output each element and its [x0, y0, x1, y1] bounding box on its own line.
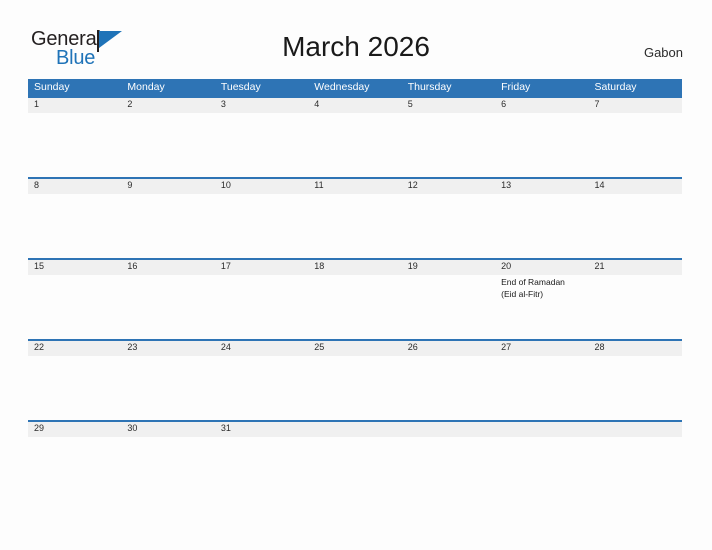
- calendar-day-cell[interactable]: 24: [215, 339, 308, 420]
- calendar-day-cell[interactable]: 8: [28, 177, 121, 258]
- day-number: 25: [314, 342, 325, 352]
- calendar-week-row: 8 9 10 11 12 13 14: [28, 177, 682, 258]
- day-number: 11: [314, 180, 324, 190]
- calendar-day-cell[interactable]: 11: [308, 177, 401, 258]
- day-number: 13: [501, 180, 512, 190]
- calendar-day-cell[interactable]: 1: [28, 96, 121, 177]
- calendar-day-cell[interactable]: 9: [121, 177, 214, 258]
- calendar-day-cell[interactable]: 30: [121, 420, 214, 501]
- holiday-event-label: (Eid al-Fitr): [501, 288, 544, 299]
- day-number: 28: [594, 342, 605, 352]
- day-number: 26: [407, 342, 418, 352]
- calendar-day-cell-empty[interactable]: [495, 420, 588, 501]
- day-number: 30: [127, 423, 138, 433]
- calendar-day-cell[interactable]: 21: [589, 258, 682, 339]
- calendar-week-row: 29 30 31: [28, 420, 682, 501]
- weekday-header-row: Sunday Monday Tuesday Wednesday Thursday Frid…: [28, 79, 682, 96]
- day-number: 18: [314, 261, 325, 271]
- calendar-day-cell[interactable]: 12: [402, 177, 495, 258]
- day-number: 4: [314, 99, 320, 109]
- day-number: 27: [501, 342, 512, 352]
- day-number: 22: [34, 342, 45, 352]
- weekday-header-thursday: Thursday: [407, 81, 452, 93]
- calendar-day-cell[interactable]: 5: [402, 96, 495, 177]
- weekday-header-saturday: Saturday: [594, 81, 637, 93]
- week-day-cells: 8 9 10 11 12 13 14: [28, 177, 682, 258]
- day-number: 20: [501, 261, 512, 271]
- week-day-cells: 22 23 24 25 26 27 28: [28, 339, 682, 420]
- day-number: 8: [34, 180, 40, 190]
- calendar-day-cell[interactable]: 17: [215, 258, 308, 339]
- calendar-day-cell[interactable]: 31: [215, 420, 308, 501]
- day-number: 10: [220, 180, 231, 190]
- calendar-day-cell[interactable]: 29: [28, 420, 121, 501]
- calendar-day-cell[interactable]: 27: [495, 339, 588, 420]
- calendar-day-cell[interactable]: 19: [402, 258, 495, 339]
- day-number: 6: [501, 99, 507, 109]
- weekday-header-tuesday: Tuesday: [220, 81, 261, 93]
- calendar-day-cell[interactable]: 6: [495, 96, 588, 177]
- day-number: 17: [220, 261, 231, 271]
- day-number: 2: [127, 99, 133, 109]
- calendar-day-cell[interactable]: 2: [121, 96, 214, 177]
- weekday-header-wednesday: Wednesday: [314, 81, 370, 93]
- calendar-day-cell[interactable]: 15: [28, 258, 121, 339]
- calendar-day-cell[interactable]: 25: [308, 339, 401, 420]
- day-number: 29: [34, 423, 45, 433]
- day-number: 31: [220, 423, 231, 433]
- page-header: General Blue March 2026 Gabon: [0, 0, 712, 78]
- calendar-grid: Sunday Monday Tuesday Wednesday Thursday Frid…: [28, 79, 682, 501]
- weekday-header-friday: Friday: [501, 81, 531, 93]
- day-number: 1: [34, 99, 40, 109]
- day-number: 14: [594, 180, 605, 190]
- calendar-weeks: 1 2 3 4 5 6 7 8 9 10 11 12 13 14 15 16 17 18 19 20 End of Ra…: [28, 96, 682, 501]
- day-number: 19: [407, 261, 418, 271]
- day-number: 24: [220, 342, 231, 352]
- day-number: 9: [127, 180, 133, 190]
- calendar-day-cell[interactable]: 18: [308, 258, 401, 339]
- day-number: 23: [127, 342, 138, 352]
- calendar-day-cell[interactable]: 4: [308, 96, 401, 177]
- calendar-day-cell[interactable]: 28: [589, 339, 682, 420]
- day-number: 16: [127, 261, 138, 271]
- week-day-cells: 29 30 31: [28, 420, 682, 501]
- calendar-day-cell[interactable]: 10: [215, 177, 308, 258]
- weekday-header-monday: Monday: [127, 81, 165, 93]
- page-title: March 2026: [282, 31, 430, 62]
- calendar-day-cell[interactable]: 26: [402, 339, 495, 420]
- day-number: 3: [220, 99, 226, 109]
- country-label: Gabon: [643, 45, 683, 60]
- weekday-header-sunday: Sunday: [34, 81, 70, 93]
- calendar-week-row: 15 16 17 18 19 20 End of Ramadan (Eid al-Fitr) 2…: [28, 258, 682, 339]
- calendar-day-cell[interactable]: 23: [121, 339, 214, 420]
- day-event-list: End of Ramadan (Eid al-Fitr): [501, 274, 588, 300]
- week-day-cells: 15 16 17 18 19 20 End of Ramadan (Eid al-Fitr) 2…: [28, 258, 682, 339]
- holiday-event-label: End of Ramadan: [501, 277, 565, 287]
- day-number: 12: [407, 180, 418, 190]
- calendar-page: General Blue March 2026 Gabon Sunday Mond…: [0, 0, 712, 550]
- day-number: 21: [594, 261, 605, 271]
- day-number: 7: [594, 99, 600, 109]
- calendar-day-cell-empty[interactable]: [589, 420, 682, 501]
- week-day-cells: 1 2 3 4 5 6 7: [28, 96, 682, 177]
- calendar-day-cell[interactable]: 20 End of Ramadan (Eid al-Fitr): [495, 258, 588, 339]
- calendar-week-row: 22 23 24 25 26 27 28: [28, 339, 682, 420]
- calendar-day-cell-empty[interactable]: [402, 420, 495, 501]
- calendar-day-cell[interactable]: 16: [121, 258, 214, 339]
- day-number: 15: [34, 261, 45, 271]
- calendar-day-cell[interactable]: 3: [215, 96, 308, 177]
- calendar-week-row: 1 2 3 4 5 6 7: [28, 96, 682, 177]
- calendar-day-cell[interactable]: 22: [28, 339, 121, 420]
- calendar-day-cell-empty[interactable]: [308, 420, 401, 501]
- calendar-day-cell[interactable]: 13: [495, 177, 588, 258]
- calendar-day-cell[interactable]: 14: [589, 177, 682, 258]
- calendar-day-cell[interactable]: 7: [589, 96, 682, 177]
- day-number: 5: [407, 99, 413, 109]
